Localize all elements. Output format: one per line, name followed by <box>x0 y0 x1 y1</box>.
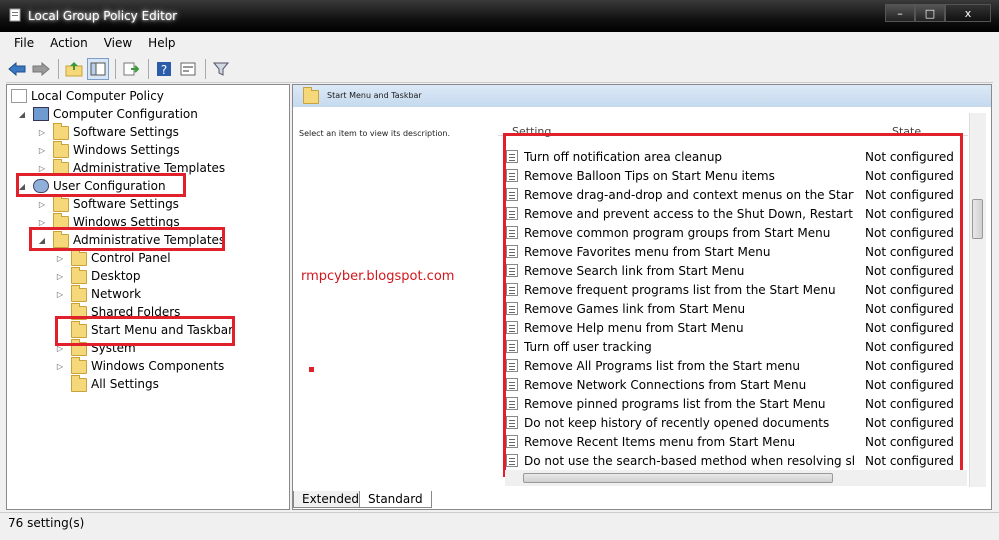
expanded-arrow-icon[interactable]: ◢ <box>17 109 27 119</box>
tab-extended[interactable]: Extended <box>293 491 368 508</box>
details-pane: Start Menu and Taskbar Select an item to… <box>292 84 992 510</box>
highlight-box-user-configuration <box>16 173 186 197</box>
back-button[interactable] <box>6 58 28 80</box>
tree-label: Software Settings <box>73 197 179 211</box>
help-button[interactable]: ? <box>153 58 175 80</box>
menu-file[interactable]: File <box>6 34 42 54</box>
tree-item-local-computer-policy[interactable]: Local Computer Policy <box>11 87 164 105</box>
menu-view[interactable]: View <box>96 34 140 54</box>
tree-item-computer-configuration[interactable]: ◢ Computer Configuration <box>17 105 198 123</box>
toolbar: ? <box>6 56 993 83</box>
collapsed-arrow-icon[interactable]: ▷ <box>37 199 47 209</box>
collapsed-arrow-icon[interactable]: ▷ <box>55 289 65 299</box>
tab-standard[interactable]: Standard <box>359 491 432 508</box>
tree-label: Windows Components <box>91 359 225 373</box>
red-dot <box>309 367 314 372</box>
back-arrow-icon <box>8 62 26 76</box>
vertical-scroll-thumb[interactable] <box>972 199 983 239</box>
tree-item-all-settings[interactable]: All Settings <box>55 375 159 393</box>
highlight-box-administrative-templates <box>29 227 225 251</box>
horizontal-scrollbar[interactable] <box>505 470 967 486</box>
menu-help[interactable]: Help <box>140 34 183 54</box>
close-button[interactable]: x <box>945 4 991 22</box>
vertical-scrollbar[interactable] <box>969 113 986 487</box>
folder-icon <box>53 141 69 158</box>
horizontal-scroll-thumb[interactable] <box>523 473 833 483</box>
details-header: Start Menu and Taskbar <box>293 85 991 107</box>
details-header-title: Start Menu and Taskbar <box>327 91 422 100</box>
gpedit-window: Local Group Policy Editor – □ x File Act… <box>0 0 999 540</box>
tree-item-cc-software-settings[interactable]: ▷ Software Settings <box>37 123 179 141</box>
tree-label: Computer Configuration <box>53 107 198 121</box>
tree-item-control-panel[interactable]: ▷ Control Panel <box>55 249 171 267</box>
tree-item-network[interactable]: ▷ Network <box>55 285 141 303</box>
toolbar-separator <box>58 59 59 79</box>
collapsed-arrow-icon[interactable]: ▷ <box>37 145 47 155</box>
menu-action[interactable]: Action <box>42 34 96 54</box>
menu-bar: File Action View Help <box>6 34 184 54</box>
export-list-button[interactable] <box>120 58 142 80</box>
tree-label: All Settings <box>91 377 159 391</box>
collapsed-arrow-icon[interactable]: ▷ <box>55 361 65 371</box>
folder-icon <box>53 195 69 212</box>
tree-label: Software Settings <box>73 125 179 139</box>
toolbar-separator <box>115 59 116 79</box>
description-text: Select an item to view its description. <box>299 129 450 138</box>
toolbar-separator <box>148 59 149 79</box>
tree-label: Control Panel <box>91 251 171 265</box>
folder-icon <box>53 123 69 140</box>
filter-icon <box>213 62 229 76</box>
computer-icon <box>33 107 49 121</box>
folder-up-icon <box>65 62 83 77</box>
folder-icon <box>71 357 87 374</box>
maximize-button[interactable]: □ <box>915 4 945 22</box>
console-tree: Local Computer Policy ◢ Computer Configu… <box>6 84 290 510</box>
collapsed-arrow-icon[interactable]: ▷ <box>55 253 65 263</box>
console-tree-icon <box>90 62 106 76</box>
tree-label: Windows Settings <box>73 143 180 157</box>
folder-icon <box>71 249 87 266</box>
toolbar-separator <box>205 59 206 79</box>
status-bar: 76 setting(s) <box>0 512 999 533</box>
all-settings-folder-icon <box>71 375 87 392</box>
highlight-box-start-menu <box>55 316 235 346</box>
collapsed-arrow-icon[interactable]: ▷ <box>37 163 47 173</box>
collapsed-arrow-icon[interactable]: ▷ <box>55 271 65 281</box>
up-one-level-button[interactable] <box>63 58 85 80</box>
folder-icon <box>71 285 87 302</box>
forward-button[interactable] <box>30 58 52 80</box>
status-setting-count: 76 setting(s) <box>8 516 85 530</box>
tree-label: Network <box>91 287 142 301</box>
export-list-icon <box>123 62 139 76</box>
folder-icon <box>71 267 87 284</box>
highlight-box-settings <box>503 133 963 477</box>
collapsed-arrow-icon[interactable]: ▷ <box>37 217 47 227</box>
tree-item-uc-software-settings[interactable]: ▷ Software Settings <box>37 195 179 213</box>
tree-item-windows-components[interactable]: ▷ Windows Components <box>55 357 224 375</box>
tree-item-desktop[interactable]: ▷ Desktop <box>55 267 141 285</box>
filter-button[interactable] <box>210 58 232 80</box>
svg-text:?: ? <box>161 63 167 77</box>
forward-arrow-icon <box>32 62 50 76</box>
properties-icon <box>180 62 196 76</box>
title-bar[interactable]: Local Group Policy Editor – □ x <box>0 0 999 32</box>
minimize-button[interactable]: – <box>885 4 915 22</box>
show-hide-tree-button[interactable] <box>87 58 109 80</box>
help-icon: ? <box>157 62 171 77</box>
window-title: Local Group Policy Editor <box>28 9 178 23</box>
properties-button[interactable] <box>177 58 199 80</box>
window-controls: – □ x <box>885 4 991 22</box>
collapsed-arrow-icon[interactable]: ▷ <box>37 127 47 137</box>
tree-label: Local Computer Policy <box>31 89 164 103</box>
policy-icon <box>11 89 27 103</box>
watermark-text: rmpcyber.blogspot.com <box>301 269 455 284</box>
tree-label: Desktop <box>91 269 141 283</box>
policy-app-icon <box>9 8 21 22</box>
tree-item-cc-windows-settings[interactable]: ▷ Windows Settings <box>37 141 180 159</box>
folder-icon <box>303 87 319 104</box>
